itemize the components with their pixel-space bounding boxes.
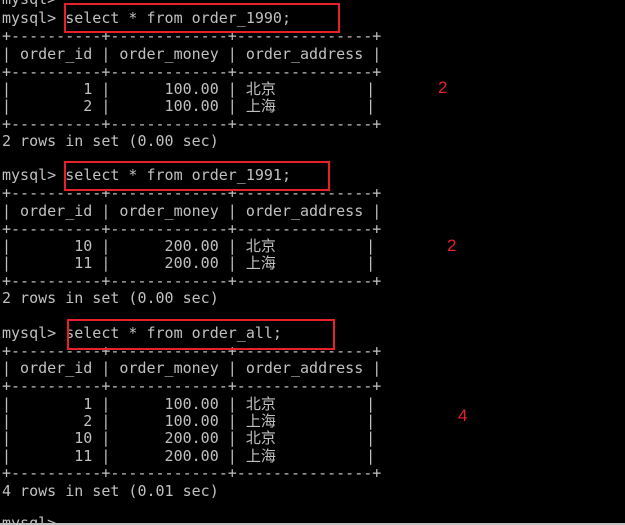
highlight-box-query-1990	[64, 3, 340, 33]
result-summary: 2 rows in set (0.00 sec)	[2, 289, 219, 307]
prompt: mysql>	[2, 324, 66, 342]
table-row: | 2 | 100.00 | 上海 |	[2, 97, 376, 115]
table-border: +----------+-------------+--------------…	[2, 220, 382, 238]
table-header: | order_id | order_money | order_address…	[2, 45, 382, 63]
terminal-window[interactable]: mysql> mysql> select * from order_1990; …	[0, 0, 625, 525]
table-row: | 1 | 100.00 | 北京 |	[2, 395, 376, 413]
table-row: | 1 | 100.00 | 北京 |	[2, 80, 376, 98]
table-row: | 11 | 200.00 | 上海 |	[2, 254, 376, 272]
highlight-box-query-all	[67, 319, 335, 350]
table-row: | 10 | 200.00 | 北京 |	[2, 429, 376, 447]
table-border: +----------+-------------+--------------…	[2, 115, 382, 133]
table-border: +----------+-------------+--------------…	[2, 63, 382, 81]
prompt: mysql>	[2, 166, 66, 184]
row-count-annotation: 2	[438, 78, 448, 97]
table-header: | order_id | order_money | order_address…	[2, 202, 382, 220]
result-summary: 2 rows in set (0.00 sec)	[2, 132, 219, 150]
row-count-annotation: 2	[447, 236, 457, 255]
prompt: mysql>	[2, 9, 66, 27]
table-row: | 10 | 200.00 | 北京 |	[2, 237, 376, 255]
table-row: | 11 | 200.00 | 上海 |	[2, 447, 376, 465]
row-count-annotation: 4	[458, 406, 468, 425]
result-summary: 4 rows in set (0.01 sec)	[2, 482, 219, 500]
table-row: | 2 | 100.00 | 上海 |	[2, 412, 376, 430]
table-border: +----------+-------------+--------------…	[2, 377, 382, 395]
partial-prompt-top: mysql>	[2, 0, 56, 8]
highlight-box-query-1991	[64, 161, 330, 191]
table-border: +----------+-------------+--------------…	[2, 464, 382, 482]
table-header: | order_id | order_money | order_address…	[2, 359, 382, 377]
table-border: +----------+-------------+--------------…	[2, 272, 382, 290]
